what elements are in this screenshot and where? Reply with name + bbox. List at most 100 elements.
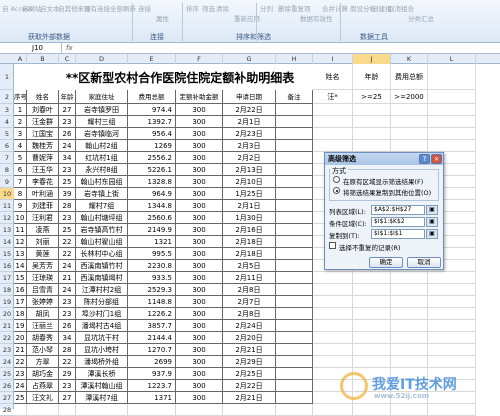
table-cell[interactable]: 15 bbox=[14, 272, 27, 284]
table-header[interactable]: 家庭住址 bbox=[76, 90, 128, 104]
empty-cell[interactable] bbox=[313, 296, 353, 308]
table-cell[interactable]: 潭溪长桥 bbox=[76, 368, 128, 380]
table-cell[interactable]: 300 bbox=[176, 308, 223, 320]
table-cell[interactable]: 1223.7 bbox=[128, 380, 176, 392]
table-cell[interactable]: 23 bbox=[59, 164, 76, 176]
table-cell[interactable]: 300 bbox=[176, 320, 223, 332]
empty-cell[interactable] bbox=[353, 104, 391, 116]
table-cell[interactable]: 300 bbox=[176, 212, 223, 224]
table-cell[interactable]: 300 bbox=[176, 284, 223, 296]
empty-cell[interactable] bbox=[428, 308, 476, 320]
table-cell[interactable]: 1328.8 bbox=[128, 176, 176, 188]
table-cell[interactable]: 2月18日 bbox=[223, 236, 276, 248]
table-header[interactable]: 备注 bbox=[276, 90, 313, 104]
collapse-range-icon[interactable]: ▣ bbox=[426, 229, 438, 239]
empty-cell[interactable] bbox=[313, 356, 353, 368]
table-cell[interactable]: 1270.7 bbox=[128, 344, 176, 356]
table-cell[interactable]: 2月21日 bbox=[223, 392, 276, 404]
table-cell[interactable]: 21 bbox=[59, 272, 76, 284]
empty-cell[interactable] bbox=[313, 308, 353, 320]
table-cell[interactable]: 耀村三组 bbox=[76, 116, 128, 128]
table-cell[interactable]: 2月3日 bbox=[223, 140, 276, 152]
table-cell[interactable]: 显坑小垮村 bbox=[76, 344, 128, 356]
row-header[interactable]: 20 bbox=[0, 308, 14, 320]
table-cell[interactable]: 2699 bbox=[128, 356, 176, 368]
table-cell[interactable]: 24 bbox=[59, 140, 76, 152]
table-cell[interactable]: 1392.7 bbox=[128, 116, 176, 128]
table-cell[interactable]: 2 bbox=[14, 116, 27, 128]
table-cell[interactable]: 岩寺镇临河 bbox=[76, 128, 128, 140]
table-cell[interactable]: 1371 bbox=[128, 392, 176, 404]
table-cell[interactable]: 魏桂芳 bbox=[27, 140, 59, 152]
table-cell[interactable]: 1321 bbox=[128, 236, 176, 248]
table-cell[interactable] bbox=[276, 380, 313, 392]
table-cell[interactable]: 2月20日 bbox=[223, 332, 276, 344]
table-cell[interactable]: 2556.2 bbox=[128, 152, 176, 164]
table-cell[interactable]: 23 bbox=[14, 368, 27, 380]
table-cell[interactable] bbox=[276, 116, 313, 128]
empty-cell[interactable] bbox=[276, 404, 313, 416]
empty-cell[interactable] bbox=[223, 404, 276, 416]
table-cell[interactable]: 2月8日 bbox=[223, 308, 276, 320]
table-cell[interactable]: 汪玉华 bbox=[27, 164, 59, 176]
table-cell[interactable] bbox=[276, 128, 313, 140]
table-cell[interactable]: 23 bbox=[59, 380, 76, 392]
ok-button[interactable]: 确定 bbox=[369, 257, 403, 268]
empty-cell[interactable] bbox=[391, 296, 428, 308]
table-cell[interactable]: 300 bbox=[176, 356, 223, 368]
table-cell[interactable]: 3 bbox=[14, 128, 27, 140]
row-header[interactable]: 6 bbox=[0, 140, 14, 152]
table-cell[interactable]: 1148.8 bbox=[128, 296, 176, 308]
table-cell[interactable]: 张婷婷 bbox=[27, 296, 59, 308]
empty-cell[interactable] bbox=[313, 344, 353, 356]
empty-cell[interactable] bbox=[428, 116, 476, 128]
table-cell[interactable]: 28 bbox=[59, 344, 76, 356]
table-cell[interactable]: 1 bbox=[14, 104, 27, 116]
column-header[interactable]: A bbox=[14, 54, 27, 64]
table-cell[interactable]: 14 bbox=[14, 260, 27, 272]
table-cell[interactable]: 24 bbox=[59, 284, 76, 296]
ribbon-button[interactable]: 现有连接 bbox=[84, 3, 110, 13]
table-cell[interactable]: 300 bbox=[176, 248, 223, 260]
table-cell[interactable]: 耀村7组 bbox=[76, 200, 128, 212]
row-header[interactable]: 15 bbox=[0, 248, 14, 260]
ribbon-button[interactable]: 连接 bbox=[138, 3, 151, 13]
table-cell[interactable]: 刘春叶 bbox=[27, 104, 59, 116]
table-cell[interactable]: 吴芳芳 bbox=[27, 260, 59, 272]
empty-cell[interactable] bbox=[313, 128, 353, 140]
table-cell[interactable]: 300 bbox=[176, 368, 223, 380]
column-header[interactable]: E bbox=[128, 54, 176, 64]
empty-cell[interactable] bbox=[353, 272, 391, 284]
table-cell[interactable]: 22 bbox=[59, 236, 76, 248]
table-cell[interactable]: 300 bbox=[176, 272, 223, 284]
table-cell[interactable]: 12 bbox=[14, 236, 27, 248]
table-cell[interactable] bbox=[276, 344, 313, 356]
table-cell[interactable] bbox=[276, 236, 313, 248]
table-cell[interactable] bbox=[276, 188, 313, 200]
empty-cell[interactable] bbox=[391, 320, 428, 332]
row-header[interactable]: 28 bbox=[0, 404, 14, 416]
table-cell[interactable]: 300 bbox=[176, 236, 223, 248]
help-button[interactable]: ? bbox=[419, 154, 430, 164]
table-cell[interactable]: 300 bbox=[176, 188, 223, 200]
table-cell[interactable]: 方翠 bbox=[27, 356, 59, 368]
row-header[interactable]: 7 bbox=[0, 152, 14, 164]
table-cell[interactable]: 300 bbox=[176, 224, 223, 236]
table-cell[interactable]: 占燕翠 bbox=[27, 380, 59, 392]
table-cell[interactable]: 胡凤 bbox=[27, 308, 59, 320]
row-header[interactable]: 21 bbox=[0, 320, 14, 332]
table-cell[interactable]: 300 bbox=[176, 344, 223, 356]
table-cell[interactable]: 西溪南镇竹村 bbox=[76, 260, 128, 272]
table-cell[interactable]: 23 bbox=[59, 116, 76, 128]
table-cell[interactable] bbox=[276, 104, 313, 116]
empty-cell[interactable] bbox=[391, 128, 428, 140]
empty-cell[interactable] bbox=[353, 284, 391, 296]
table-header[interactable]: 姓名 bbox=[27, 90, 59, 104]
empty-cell[interactable] bbox=[391, 332, 428, 344]
empty-cell[interactable] bbox=[428, 296, 476, 308]
row-header[interactable]: 18 bbox=[0, 284, 14, 296]
row-header[interactable]: 13 bbox=[0, 224, 14, 236]
table-cell[interactable]: 27 bbox=[59, 104, 76, 116]
table-cell[interactable]: 300 bbox=[176, 152, 223, 164]
empty-cell[interactable] bbox=[428, 64, 476, 90]
